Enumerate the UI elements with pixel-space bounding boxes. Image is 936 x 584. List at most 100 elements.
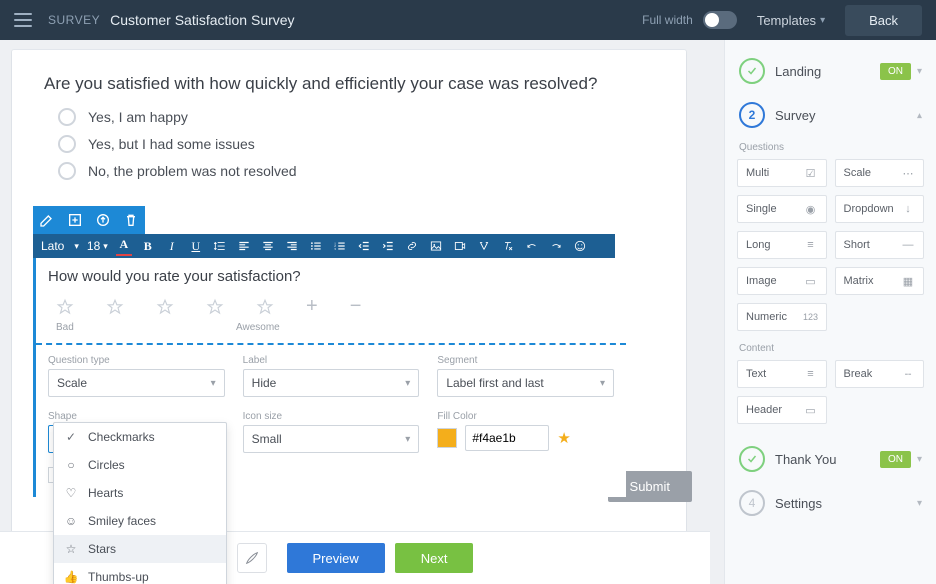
color-swatch[interactable] [437, 428, 457, 448]
side-panel: Landing ON ▾ 2 Survey ▾ Questions Multi☑… [724, 40, 936, 584]
qtype-dropdown[interactable]: Dropdown↓ [835, 195, 925, 223]
qtype-label: Multi [746, 167, 769, 179]
add-step-button[interactable]: + [306, 295, 318, 318]
topbar: SURVEY Customer Satisfaction Survey Full… [0, 0, 936, 40]
align-center-button[interactable] [260, 238, 276, 254]
field-label: Fill Color [437, 411, 614, 422]
align-right-button[interactable] [284, 238, 300, 254]
question-type-select[interactable]: Scale [48, 369, 225, 397]
bold-button[interactable]: B [140, 238, 156, 254]
shape-option-checkmarks[interactable]: ✓Checkmarks [54, 423, 226, 451]
question-1-option[interactable]: Yes, I am happy [58, 108, 654, 126]
radio-icon [58, 162, 76, 180]
question-1-option[interactable]: Yes, but I had some issues [58, 135, 654, 153]
label-mode-field: Label Hide [243, 355, 420, 397]
color-hex-input[interactable] [465, 425, 549, 451]
shape-option-circles[interactable]: ○Circles [54, 451, 226, 479]
step-survey[interactable]: 2 Survey ▾ [737, 98, 924, 132]
icon-size-select[interactable]: Small [243, 425, 420, 453]
variable-button[interactable] [476, 238, 492, 254]
emoji-button[interactable] [572, 238, 588, 254]
next-button[interactable]: Next [395, 543, 474, 573]
step-number: 4 [739, 490, 765, 516]
templates-dropdown[interactable]: Templates [757, 13, 825, 28]
image-button[interactable] [428, 238, 444, 254]
number-list-button[interactable]: 123 [332, 238, 348, 254]
qtype-scale[interactable]: Scale⋯ [835, 159, 925, 187]
shape-option-smiley[interactable]: ☺Smiley faces [54, 507, 226, 535]
remove-step-button[interactable]: − [350, 295, 362, 318]
option-label: No, the problem was not resolved [88, 163, 297, 179]
step-settings[interactable]: 4 Settings ▾ [737, 486, 924, 520]
star-icon [256, 298, 274, 316]
video-button[interactable] [452, 238, 468, 254]
thumbs-up-icon: 👍 [64, 570, 78, 584]
qtype-multi[interactable]: Multi☑ [737, 159, 827, 187]
preview-button[interactable]: Preview [287, 543, 385, 573]
content-label: Header [746, 404, 782, 416]
step-landing[interactable]: Landing ON ▾ [737, 54, 924, 88]
qtype-matrix[interactable]: Matrix▦ [835, 267, 925, 295]
content-blocks-grid: Text≡ Break ╌ Header▭ [737, 360, 924, 424]
option-label: Checkmarks [88, 430, 155, 444]
label-mode-select[interactable]: Hide [243, 369, 420, 397]
align-left-button[interactable] [236, 238, 252, 254]
full-width-toggle[interactable] [703, 11, 737, 29]
font-size-select[interactable]: 18 [87, 239, 108, 253]
radio-icon [58, 108, 76, 126]
font-family-select[interactable]: Lato [41, 239, 79, 253]
line-height-button[interactable] [212, 238, 228, 254]
font-color-button[interactable]: A [116, 237, 132, 256]
legend-high: Awesome [236, 322, 280, 333]
content-header[interactable]: Header▭ [737, 396, 827, 424]
question-types-grid: Multi☑ Scale⋯ Single◉ Dropdown↓ Long≡ Sh… [737, 159, 924, 331]
breadcrumb: SURVEY [48, 13, 100, 27]
option-label: Smiley faces [88, 514, 156, 528]
break-icon: ╌ [901, 367, 915, 381]
move-up-button[interactable] [89, 206, 117, 234]
field-label: Label [243, 355, 420, 366]
add-button[interactable] [61, 206, 89, 234]
question-1-option[interactable]: No, the problem was not resolved [58, 162, 654, 180]
content-text[interactable]: Text≡ [737, 360, 827, 388]
delete-button[interactable] [117, 206, 145, 234]
qtype-label: Single [746, 203, 777, 215]
shape-option-thumbs[interactable]: 👍Thumbs-up [54, 563, 226, 584]
outdent-button[interactable] [356, 238, 372, 254]
undo-button[interactable] [524, 238, 540, 254]
qtype-short[interactable]: Short— [835, 231, 925, 259]
shape-option-stars[interactable]: ☆Stars [54, 535, 226, 563]
qtype-image[interactable]: Image▭ [737, 267, 827, 295]
indent-button[interactable] [380, 238, 396, 254]
bullet-list-button[interactable] [308, 238, 324, 254]
section-label: Content [739, 343, 924, 354]
content-label: Break [844, 368, 873, 380]
shape-option-hearts[interactable]: ♡Hearts [54, 479, 226, 507]
chevron-down-icon: ▾ [917, 66, 922, 77]
segment-select[interactable]: Label first and last [437, 369, 614, 397]
option-label: Yes, but I had some issues [88, 136, 255, 152]
richtext-toolbar: Lato 18 A B I U 123 [33, 234, 615, 258]
back-button[interactable]: Back [845, 5, 922, 36]
scale-legend: Bad Awesome [56, 322, 614, 333]
italic-button[interactable]: I [164, 238, 180, 254]
numeric-icon: 123 [804, 310, 818, 324]
chevron-up-icon: ▾ [917, 110, 922, 121]
question-1-title: Are you satisfied with how quickly and e… [44, 74, 654, 94]
clear-format-button[interactable] [500, 238, 516, 254]
menu-icon[interactable] [14, 13, 32, 27]
qtype-single[interactable]: Single◉ [737, 195, 827, 223]
qtype-label: Long [746, 239, 770, 251]
edit-button[interactable] [33, 206, 61, 234]
link-button[interactable] [404, 238, 420, 254]
step-thank-you[interactable]: Thank You ON ▾ [737, 442, 924, 476]
block-toolbar [33, 206, 145, 234]
qtype-long[interactable]: Long≡ [737, 231, 827, 259]
redo-button[interactable] [548, 238, 564, 254]
theme-button[interactable] [237, 543, 267, 573]
legend-low: Bad [56, 322, 236, 333]
content-break[interactable]: Break ╌ [835, 360, 925, 388]
qtype-numeric[interactable]: Numeric123 [737, 303, 827, 331]
question-2-title[interactable]: How would you rate your satisfaction? [48, 268, 614, 285]
underline-button[interactable]: U [188, 238, 204, 254]
